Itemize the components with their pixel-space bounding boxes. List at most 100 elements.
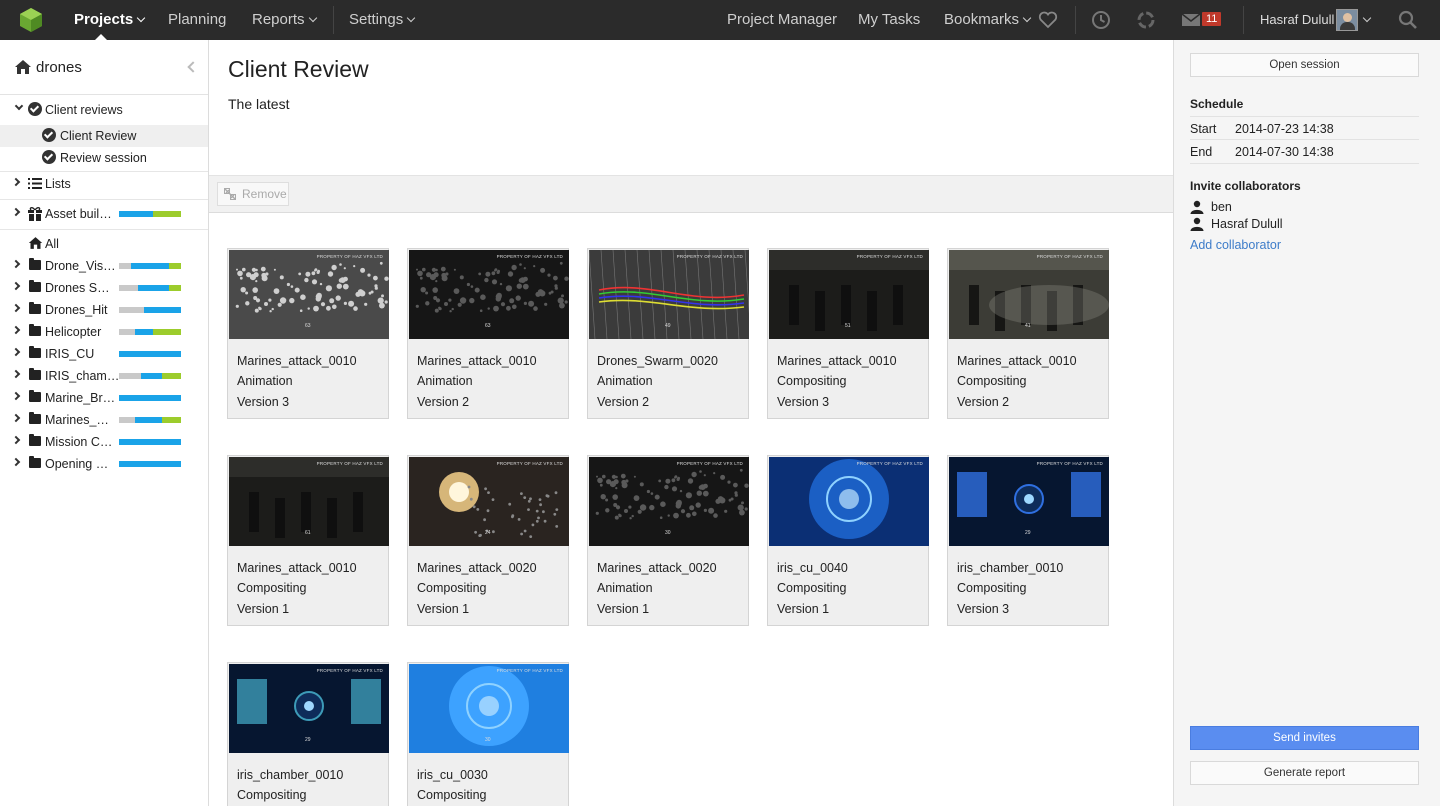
- expand-toggle-icon[interactable]: [11, 177, 21, 187]
- expand-toggle-icon[interactable]: [11, 303, 21, 313]
- search-icon[interactable]: [1397, 9, 1419, 31]
- tree-item-label: Asset buil…: [45, 207, 112, 221]
- expand-toggle-icon[interactable]: [11, 281, 21, 291]
- avatar[interactable]: [1336, 9, 1358, 31]
- tree-item-label: Lists: [45, 177, 71, 191]
- review-item-card[interactable]: PROPERTY OF HAZ VFX LTD 63 Marines_attack_…: [227, 248, 389, 419]
- progress-done-segment: [119, 329, 135, 335]
- tree-item-client-reviews[interactable]: Client reviews: [0, 99, 208, 121]
- project-title[interactable]: drones: [36, 59, 82, 76]
- review-item-thumbnail[interactable]: PROPERTY OF HAZ VFX LTD: [769, 457, 929, 546]
- tree-item-folder[interactable]: Drones S…: [0, 277, 208, 299]
- app-logo-icon[interactable]: [18, 7, 44, 33]
- nav-projects[interactable]: Projects: [74, 0, 146, 40]
- review-item-thumbnail[interactable]: PROPERTY OF HAZ VFX LTD 29: [949, 457, 1109, 546]
- expand-toggle-icon[interactable]: [11, 457, 21, 467]
- review-item-thumbnail[interactable]: PROPERTY OF HAZ VFX LTD 63: [229, 250, 389, 339]
- expand-toggle-icon[interactable]: [11, 435, 21, 445]
- nav-divider: [1243, 6, 1244, 34]
- start-value[interactable]: 2014-07-23 14:38: [1235, 122, 1334, 136]
- expand-toggle-icon[interactable]: [11, 347, 21, 357]
- review-item-card[interactable]: PROPERTY OF HAZ VFX LTD 51 Marines_attack_…: [767, 248, 929, 419]
- review-item-card[interactable]: PROPERTY OF HAZ VFX LTD 24 Marines_attack_…: [407, 455, 569, 626]
- open-session-button[interactable]: Open session: [1190, 53, 1419, 77]
- nav-planning[interactable]: Planning: [168, 0, 226, 40]
- frame-number: 29: [305, 737, 311, 743]
- review-item-thumbnail[interactable]: PROPERTY OF HAZ VFX LTD 24: [409, 457, 569, 546]
- review-item-task: Compositing: [237, 581, 307, 595]
- add-collaborator-link[interactable]: Add collaborator: [1190, 238, 1281, 252]
- folder-icon: [29, 302, 41, 314]
- expand-toggle-icon[interactable]: [11, 207, 21, 217]
- review-item-card[interactable]: PROPERTY OF HAZ VFX LTD 29 iris_chamber_00…: [947, 455, 1109, 626]
- review-item-card[interactable]: PROPERTY OF HAZ VFX LTD 49 Drones_Swarm_00…: [587, 248, 749, 419]
- tree-item-client-review[interactable]: Client Review: [0, 125, 208, 147]
- expand-toggle-icon[interactable]: [11, 391, 21, 401]
- review-item-card[interactable]: PROPERTY OF HAZ VFX LTD 61 Marines_attack_…: [227, 455, 389, 626]
- review-item-thumbnail[interactable]: PROPERTY OF HAZ VFX LTD 30: [409, 664, 569, 753]
- expand-toggle-icon[interactable]: [11, 369, 21, 379]
- watermark-text: PROPERTY OF HAZ VFX LTD: [856, 254, 923, 259]
- review-item-card[interactable]: PROPERTY OF HAZ VFX LTD 30 Marines_attack_…: [587, 455, 749, 626]
- spinner-icon[interactable]: [1135, 9, 1157, 31]
- review-item-card[interactable]: PROPERTY OF HAZ VFX LTD iris_cu_0040 Compo…: [767, 455, 929, 626]
- progress-approved-segment: [168, 285, 181, 291]
- progress-approved-segment: [162, 373, 181, 379]
- frame-number: 30: [665, 530, 671, 536]
- tree-item-review-session[interactable]: Review session: [0, 147, 208, 169]
- review-item-task: Compositing: [237, 788, 307, 802]
- collapse-sidebar-icon[interactable]: [187, 61, 199, 73]
- review-item-thumbnail[interactable]: PROPERTY OF HAZ VFX LTD 30: [589, 457, 749, 546]
- status-progress-bar: [119, 373, 181, 379]
- review-item-thumbnail[interactable]: PROPERTY OF HAZ VFX LTD 41: [949, 250, 1109, 339]
- tree-item-lists[interactable]: Lists: [0, 173, 208, 195]
- folder-icon: [29, 346, 41, 358]
- tree-item-label: Opening …: [45, 457, 109, 471]
- remove-button[interactable]: Remove: [217, 182, 289, 206]
- expand-toggle-icon[interactable]: [11, 325, 21, 335]
- expand-toggle-icon[interactable]: [14, 101, 24, 111]
- tree-item-label: IRIS_CU: [45, 347, 95, 361]
- tree-item-all[interactable]: All: [0, 233, 208, 255]
- generate-report-button[interactable]: Generate report: [1190, 761, 1419, 785]
- nav-project-manager[interactable]: Project Manager: [727, 0, 837, 40]
- remove-label: Remove: [242, 187, 287, 201]
- tree-item-folder[interactable]: Helicopter: [0, 321, 208, 343]
- tree-item-folder[interactable]: Opening …: [0, 453, 208, 475]
- review-item-thumbnail[interactable]: PROPERTY OF HAZ VFX LTD 49: [589, 250, 749, 339]
- progress-approved-segment: [153, 329, 181, 335]
- review-item-thumbnail[interactable]: PROPERTY OF HAZ VFX LTD 29: [229, 664, 389, 753]
- review-item-card[interactable]: PROPERTY OF HAZ VFX LTD 63 Marines_attack_…: [407, 248, 569, 419]
- tree-item-folder[interactable]: Marine_Br…: [0, 387, 208, 409]
- expand-toggle-icon[interactable]: [11, 413, 21, 423]
- review-item-card[interactable]: PROPERTY OF HAZ VFX LTD 29 iris_chamber_00…: [227, 662, 389, 806]
- tree-item-folder[interactable]: Drone_Vis…: [0, 255, 208, 277]
- review-item-thumbnail[interactable]: PROPERTY OF HAZ VFX LTD 61: [229, 457, 389, 546]
- frame-number: 41: [1025, 323, 1031, 329]
- mail-icon[interactable]: [1180, 9, 1202, 31]
- review-item-card[interactable]: PROPERTY OF HAZ VFX LTD 41 Marines_attack_…: [947, 248, 1109, 419]
- nav-reports[interactable]: Reports: [252, 0, 317, 40]
- nav-my-tasks[interactable]: My Tasks: [858, 0, 920, 40]
- nav-settings[interactable]: Settings: [349, 0, 416, 40]
- clock-icon[interactable]: [1090, 9, 1112, 31]
- review-item-thumbnail[interactable]: PROPERTY OF HAZ VFX LTD 51: [769, 250, 929, 339]
- end-value[interactable]: 2014-07-30 14:38: [1235, 145, 1334, 159]
- nav-bookmarks[interactable]: Bookmarks: [944, 0, 1032, 40]
- expand-toggle-icon[interactable]: [11, 259, 21, 269]
- tree-item-folder[interactable]: Mission C…: [0, 431, 208, 453]
- send-invites-button[interactable]: Send invites: [1190, 726, 1419, 750]
- tree-item-folder[interactable]: IRIS_cham…: [0, 365, 208, 387]
- tree-item-folder[interactable]: IRIS_CU: [0, 343, 208, 365]
- tree-item-folder[interactable]: Drones_Hit: [0, 299, 208, 321]
- review-item-card[interactable]: PROPERTY OF HAZ VFX LTD 30 iris_cu_0030 Com…: [407, 662, 569, 806]
- tree-item-folder[interactable]: Marines_…: [0, 409, 208, 431]
- heart-icon[interactable]: [1037, 9, 1059, 31]
- review-item-thumbnail[interactable]: PROPERTY OF HAZ VFX LTD 63: [409, 250, 569, 339]
- user-name[interactable]: Hasraf Dulull: [1260, 0, 1334, 40]
- chevron-down-icon[interactable]: [1362, 13, 1372, 23]
- review-toolbar: Remove: [209, 175, 1173, 213]
- tree-item-asset-builds[interactable]: Asset buil…: [0, 203, 208, 225]
- inbox-count-badge[interactable]: 11: [1202, 12, 1222, 26]
- home-icon[interactable]: [14, 59, 32, 75]
